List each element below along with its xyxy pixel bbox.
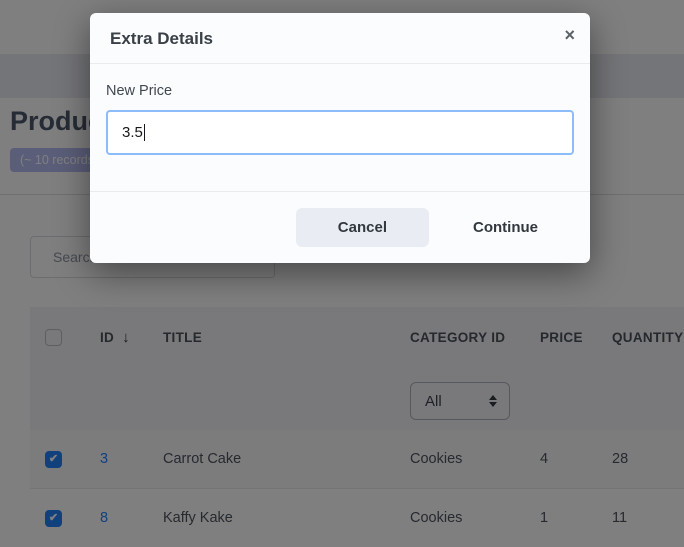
text-cursor bbox=[144, 124, 146, 141]
continue-button[interactable]: Continue bbox=[445, 208, 566, 247]
cancel-button[interactable]: Cancel bbox=[296, 208, 429, 247]
modal-footer: Cancel Continue bbox=[90, 191, 590, 263]
modal-title: Extra Details bbox=[110, 29, 213, 48]
new-price-value: 3.5 bbox=[122, 124, 143, 141]
extra-details-modal: Extra Details × New Price 3.5 Cancel Con… bbox=[90, 13, 590, 263]
close-icon[interactable]: × bbox=[564, 26, 575, 44]
modal-body: New Price 3.5 bbox=[90, 64, 590, 191]
new-price-label: New Price bbox=[106, 83, 574, 99]
app-window: Products (~ 10 records) ID ↓ TITLE CATEG… bbox=[0, 0, 684, 547]
modal-header: Extra Details × bbox=[90, 13, 590, 64]
new-price-input[interactable]: 3.5 bbox=[106, 110, 574, 155]
